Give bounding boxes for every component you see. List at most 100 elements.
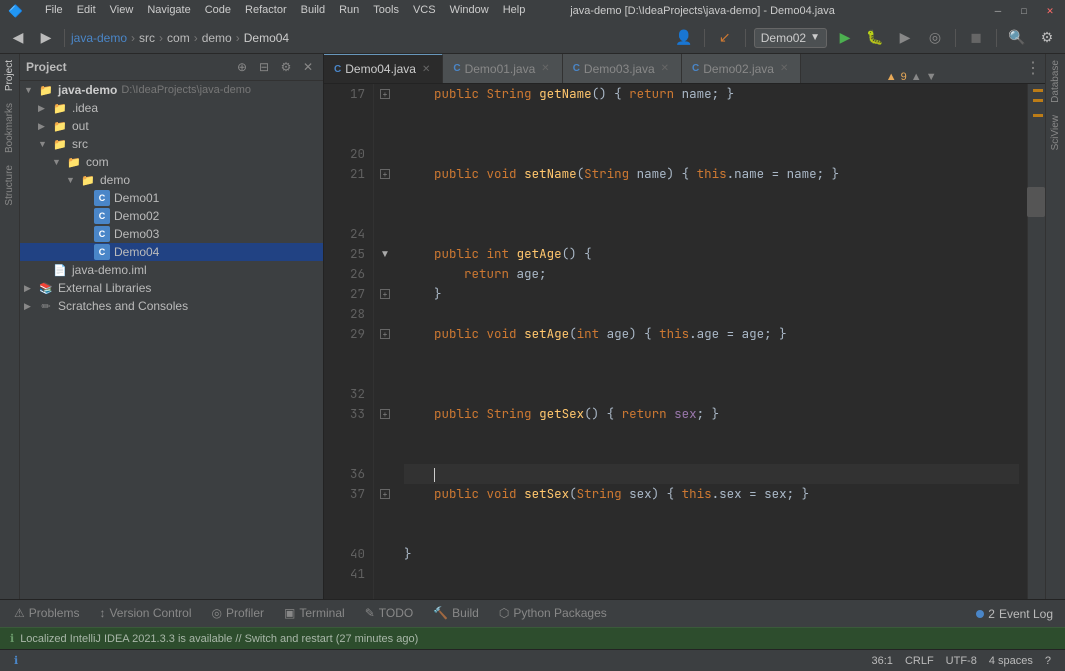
- tree-demo03[interactable]: C Demo03: [20, 225, 323, 243]
- back-button[interactable]: ◀: [6, 26, 30, 50]
- breadcrumb-src[interactable]: src: [139, 31, 155, 45]
- tree-ext-libs[interactable]: ▶ 📚 External Libraries: [20, 279, 323, 297]
- tab-more-button[interactable]: ⋮: [1021, 54, 1045, 83]
- problems-icon: ⚠: [14, 606, 25, 620]
- tree-out[interactable]: ▶ 📁 out: [20, 117, 323, 135]
- forward-button[interactable]: ▶: [34, 26, 58, 50]
- python-label: Python Packages: [513, 606, 606, 620]
- fold-37-icon[interactable]: +: [380, 489, 390, 499]
- bottom-tab-profiler[interactable]: ◎ Profiler: [202, 602, 275, 626]
- debug-button[interactable]: 🐛: [863, 26, 887, 50]
- fold-29-icon[interactable]: +: [380, 329, 390, 339]
- indent-settings[interactable]: 4 spaces: [983, 655, 1039, 667]
- tab-demo03[interactable]: C Demo03.java ✕: [563, 54, 682, 83]
- account-button[interactable]: 👤: [672, 26, 696, 50]
- tree-iml[interactable]: 📄 java-demo.iml: [20, 261, 323, 279]
- tree-scratches[interactable]: ▶ ✏ Scratches and Consoles: [20, 297, 323, 315]
- scroll-thumb[interactable]: [1027, 187, 1045, 217]
- tree-demo04[interactable]: C Demo04: [20, 243, 323, 261]
- gutter-33[interactable]: +: [374, 404, 396, 424]
- menu-navigate[interactable]: Navigate: [147, 4, 190, 18]
- tree-demo02[interactable]: C Demo02: [20, 207, 323, 225]
- menu-build[interactable]: Build: [301, 4, 325, 18]
- menu-tools[interactable]: Tools: [373, 4, 399, 18]
- sidebar-structure-tab[interactable]: Structure: [2, 159, 17, 212]
- sidebar-bookmarks-tab[interactable]: Bookmarks: [2, 97, 17, 159]
- tree-demo[interactable]: ▼ 📁 demo: [20, 171, 323, 189]
- gutter-27[interactable]: +: [374, 284, 396, 304]
- code-line-18: [404, 104, 1019, 124]
- cursor-position[interactable]: 36:1: [866, 655, 899, 667]
- line-num-20: 20: [328, 144, 365, 164]
- bottom-tab-version-control[interactable]: ↕ Version Control: [89, 602, 201, 626]
- maximize-button[interactable]: □: [1017, 4, 1031, 18]
- event-log-button[interactable]: 2 Event Log: [968, 607, 1061, 621]
- breadcrumb-demo[interactable]: demo: [202, 31, 232, 45]
- tab-demo01-close[interactable]: ✕: [539, 63, 551, 74]
- breadcrumb-project[interactable]: java-demo: [71, 31, 127, 45]
- editor-scrollbar[interactable]: [1027, 84, 1045, 599]
- demo04-label: Demo04: [114, 245, 159, 259]
- sidebar-project-tab[interactable]: Project: [2, 54, 17, 97]
- bottom-tab-terminal[interactable]: ▣ Terminal: [274, 602, 355, 626]
- tab-demo04-close[interactable]: ✕: [420, 64, 432, 75]
- panel-close-button[interactable]: ✕: [299, 58, 317, 76]
- bottom-tab-build[interactable]: 🔨 Build: [423, 602, 489, 626]
- menu-help[interactable]: Help: [503, 4, 526, 18]
- tree-src[interactable]: ▼ 📁 src: [20, 135, 323, 153]
- context-help[interactable]: ?: [1039, 655, 1057, 667]
- stop-button[interactable]: ◼: [964, 26, 988, 50]
- gutter-37[interactable]: +: [374, 484, 396, 504]
- warning-badge[interactable]: ▲ 9 ▲ ▼: [878, 71, 945, 83]
- code-editor[interactable]: public String getName() { return name; }…: [396, 84, 1027, 599]
- encoding[interactable]: UTF-8: [940, 655, 983, 667]
- menu-window[interactable]: Window: [450, 4, 489, 18]
- search-button[interactable]: 🔍: [1005, 26, 1029, 50]
- tab-demo04-label: Demo04.java: [345, 62, 416, 76]
- menu-refactor[interactable]: Refactor: [245, 4, 287, 18]
- menu-file[interactable]: File: [45, 4, 63, 18]
- tree-root[interactable]: ▼ 📁 java-demo D:\IdeaProjects\java-demo: [20, 81, 323, 99]
- breadcrumb-file[interactable]: Demo04: [244, 31, 289, 45]
- code-line-21: public void setName(String name) { this.…: [404, 164, 1019, 184]
- bottom-tab-python[interactable]: ⬡ Python Packages: [489, 602, 617, 626]
- tab-demo01[interactable]: C Demo01.java ✕: [443, 54, 562, 83]
- close-button[interactable]: ✕: [1043, 4, 1057, 18]
- fold-27-icon[interactable]: +: [380, 289, 390, 299]
- tree-idea[interactable]: ▶ 📁 .idea: [20, 99, 323, 117]
- gutter-29[interactable]: +: [374, 324, 396, 344]
- tab-demo04[interactable]: C Demo04.java ✕: [324, 54, 443, 83]
- git-button[interactable]: ↙: [713, 26, 737, 50]
- collapse-all-button[interactable]: ⊟: [255, 58, 273, 76]
- tab-demo03-close[interactable]: ✕: [659, 63, 671, 74]
- tab-demo02[interactable]: C Demo02.java ✕: [682, 54, 801, 83]
- tree-com[interactable]: ▼ 📁 com: [20, 153, 323, 171]
- tab-demo02-close[interactable]: ✕: [778, 63, 790, 74]
- coverage-button[interactable]: ▶: [893, 26, 917, 50]
- run-button[interactable]: ▶: [833, 26, 857, 50]
- sidebar-sciview-tab[interactable]: SciView: [1048, 109, 1063, 156]
- fold-21-icon[interactable]: +: [380, 169, 390, 179]
- minimize-button[interactable]: ─: [991, 4, 1005, 18]
- fold-17-icon[interactable]: +: [380, 89, 390, 99]
- menu-edit[interactable]: Edit: [77, 4, 96, 18]
- menu-vcs[interactable]: VCS: [413, 4, 436, 18]
- options-button[interactable]: ⚙: [277, 58, 295, 76]
- tree-demo01[interactable]: C Demo01: [20, 189, 323, 207]
- gutter-21[interactable]: +: [374, 164, 396, 184]
- run-configuration[interactable]: Demo02 ▼: [754, 28, 827, 48]
- line-ending[interactable]: CRLF: [899, 655, 940, 667]
- fold-33-icon[interactable]: +: [380, 409, 390, 419]
- bottom-tab-todo[interactable]: ✎ TODO: [355, 602, 424, 626]
- menu-view[interactable]: View: [110, 4, 134, 18]
- breadcrumb-com[interactable]: com: [167, 31, 190, 45]
- bottom-tab-problems[interactable]: ⚠ Problems: [4, 602, 89, 626]
- sidebar-database-tab[interactable]: Database: [1048, 54, 1063, 109]
- menu-run[interactable]: Run: [339, 4, 359, 18]
- locate-file-button[interactable]: ⊕: [233, 58, 251, 76]
- gutter-17[interactable]: +: [374, 84, 396, 104]
- menu-code[interactable]: Code: [205, 4, 231, 18]
- profile-button[interactable]: ◎: [923, 26, 947, 50]
- settings-button[interactable]: ⚙: [1035, 26, 1059, 50]
- status-messages[interactable]: ℹ: [8, 654, 24, 667]
